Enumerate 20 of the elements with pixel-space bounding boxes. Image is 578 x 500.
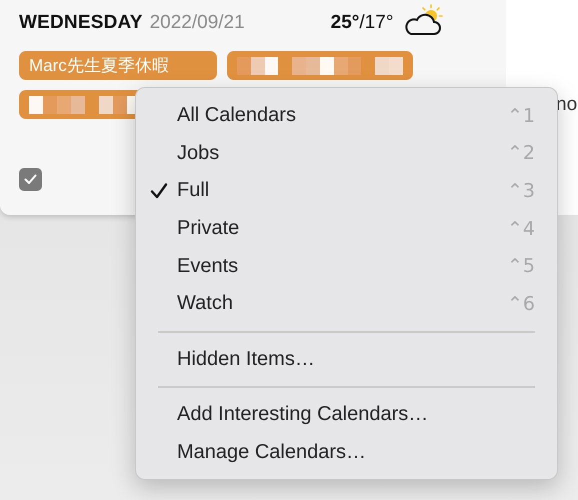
menu-item[interactable]: Hidden Items… [136, 340, 557, 378]
checkmark-icon [24, 174, 37, 185]
temperature: 25°/17° [330, 12, 394, 34]
menu-item[interactable]: Full ⌃3 [136, 172, 557, 210]
shortcut: ⌃2 [506, 142, 535, 164]
menu-item[interactable]: Events ⌃5 [136, 247, 557, 285]
shortcut: ⌃5 [506, 255, 535, 278]
date: 2022/09/21 [150, 12, 245, 34]
shortcut: ⌃4 [506, 218, 535, 240]
menu-item[interactable]: Watch ⌃6 [136, 284, 557, 323]
shortcut: ⌃6 [506, 292, 535, 315]
checkbox[interactable] [19, 168, 42, 191]
shortcut: ⌃1 [506, 104, 535, 127]
menu-item[interactable]: All Calendars ⌃1 [136, 97, 557, 135]
weekday: WEDNESDAY [19, 12, 143, 34]
menu-item[interactable]: Jobs ⌃2 [136, 134, 557, 172]
menu-item[interactable]: Add Interesting Calendars… [136, 396, 557, 434]
menu-item[interactable]: Private ⌃4 [136, 210, 557, 248]
shortcut: ⌃3 [506, 180, 535, 202]
menu-item[interactable]: Manage Calendars… [136, 434, 557, 472]
